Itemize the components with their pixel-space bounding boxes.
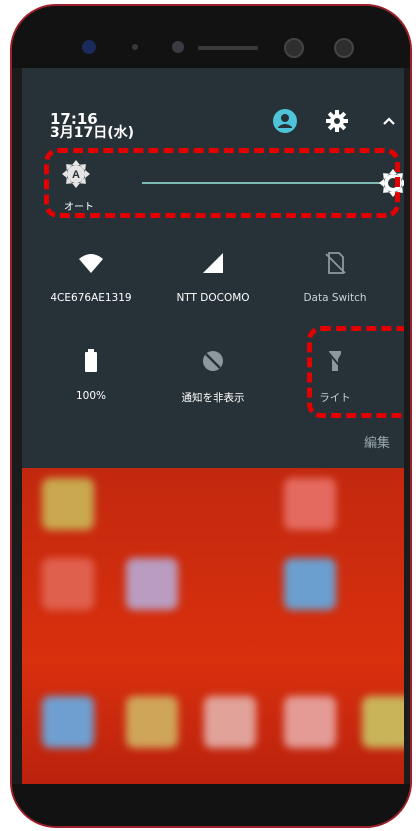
- screen: 17:16 3月17日(水) A オート 4CE676AE1319 NTT DO…: [22, 68, 404, 788]
- notification-shade: 17:16 3月17日(水) A オート 4CE676AE1319 NTT DO…: [22, 68, 404, 468]
- front-camera: [82, 40, 96, 54]
- tile-battery[interactable]: 100%: [32, 346, 150, 402]
- edit-button[interactable]: 編集: [364, 432, 390, 451]
- iris-sensor-right: [334, 38, 354, 58]
- flashlight-highlight: [307, 326, 404, 418]
- sensor-dot: [132, 44, 138, 50]
- top-bezel: [12, 6, 410, 68]
- account-icon[interactable]: [272, 108, 298, 134]
- brightness-highlight: [44, 148, 400, 218]
- app-icon: [284, 696, 336, 748]
- app-icon: [362, 696, 404, 748]
- status-date: 3月17日(水): [50, 125, 135, 141]
- home-screen-blurred: [22, 468, 404, 788]
- tile-wifi[interactable]: 4CE676AE1319: [32, 248, 150, 304]
- app-icon: [42, 558, 94, 610]
- chevron-up-icon[interactable]: [376, 108, 402, 134]
- iris-sensor-left: [284, 38, 304, 58]
- app-icon: [126, 558, 178, 610]
- app-icon: [284, 478, 336, 530]
- tile-label: 100%: [75, 390, 107, 402]
- app-icon: [126, 696, 178, 748]
- cellular-signal-icon: [203, 253, 223, 273]
- tile-label: Data Switch: [303, 292, 367, 304]
- wifi-icon: [79, 254, 103, 273]
- tile-label: NTT DOCOMO: [176, 292, 250, 304]
- tile-label: 通知を非表示: [181, 392, 245, 404]
- app-icon: [204, 696, 256, 748]
- gear-icon[interactable]: [324, 108, 350, 134]
- tile-cellular[interactable]: NTT DOCOMO: [154, 248, 272, 304]
- app-icon: [42, 696, 94, 748]
- notifications-hidden-icon: [203, 351, 223, 371]
- phone-frame: 17:16 3月17日(水) A オート 4CE676AE1319 NTT DO…: [10, 4, 412, 828]
- app-icon: [284, 558, 336, 610]
- bottom-bezel: [12, 784, 410, 826]
- status-time: 17:16: [50, 110, 98, 128]
- app-icon: [42, 478, 94, 530]
- tile-data-switch[interactable]: Data Switch: [276, 248, 394, 304]
- proximity-sensor: [172, 41, 184, 53]
- sim-disabled-icon: [325, 252, 346, 274]
- earpiece-speaker: [198, 46, 258, 50]
- tile-hide-notifications[interactable]: 通知を非表示: [154, 346, 272, 405]
- battery-icon: [85, 349, 97, 372]
- tile-label: 4CE676AE1319: [50, 292, 132, 304]
